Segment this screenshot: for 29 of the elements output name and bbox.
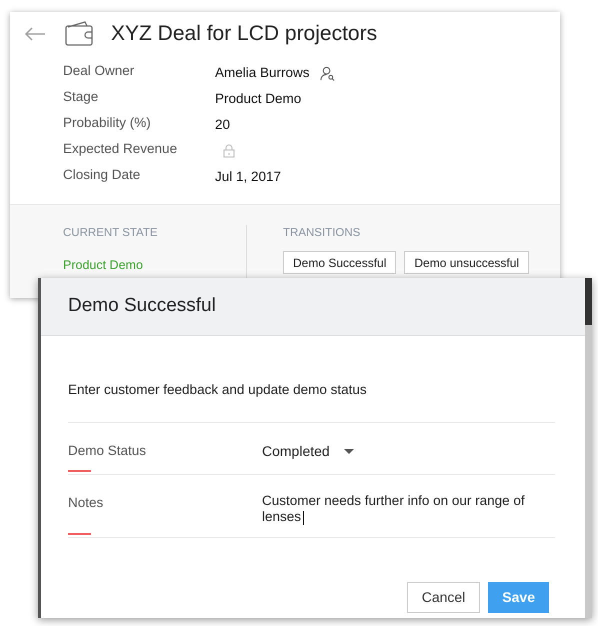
wallet-icon	[65, 21, 94, 47]
field-label: Expected Revenue	[63, 140, 178, 158]
field-value: Jul 1, 2017	[215, 168, 282, 186]
user-search-icon[interactable]	[320, 66, 335, 80]
field-underline	[68, 533, 91, 536]
dialog-description: Enter customer feedback and update demo status	[68, 380, 555, 424]
field-value: 20	[215, 116, 230, 134]
cancel-button[interactable]: Cancel	[406, 582, 480, 614]
field-value: Amelia Burrows	[215, 64, 310, 82]
transition-button[interactable]: Demo Successful	[283, 251, 396, 274]
field-label: Deal Owner	[63, 62, 136, 80]
field-label: Demo Status	[68, 442, 146, 460]
notes-field[interactable]: Customer needs further info on our range of lenses	[262, 493, 555, 526]
lock-icon	[223, 144, 235, 158]
current-state-value: Product Demo	[63, 257, 144, 274]
field-label: Stage	[63, 88, 100, 106]
field-label: Probability (%)	[63, 114, 152, 132]
field-label: Closing Date	[63, 166, 142, 184]
section-heading: TRANSITIONS	[283, 226, 362, 241]
back-arrow-icon[interactable]	[24, 27, 46, 41]
status-dropdown[interactable]: Completed	[262, 441, 354, 462]
field-underline	[68, 470, 91, 472]
field-value: Product Demo	[215, 90, 302, 108]
record-title: XYZ Deal for LCD projectors	[111, 21, 378, 48]
section-heading: CURRENT STATE	[63, 226, 159, 241]
caret-icon	[344, 449, 354, 454]
transition-button[interactable]: Demo unsuccessful	[404, 251, 530, 274]
dialog-title: Demo Successful	[68, 294, 216, 318]
field-label: Notes	[68, 494, 104, 512]
